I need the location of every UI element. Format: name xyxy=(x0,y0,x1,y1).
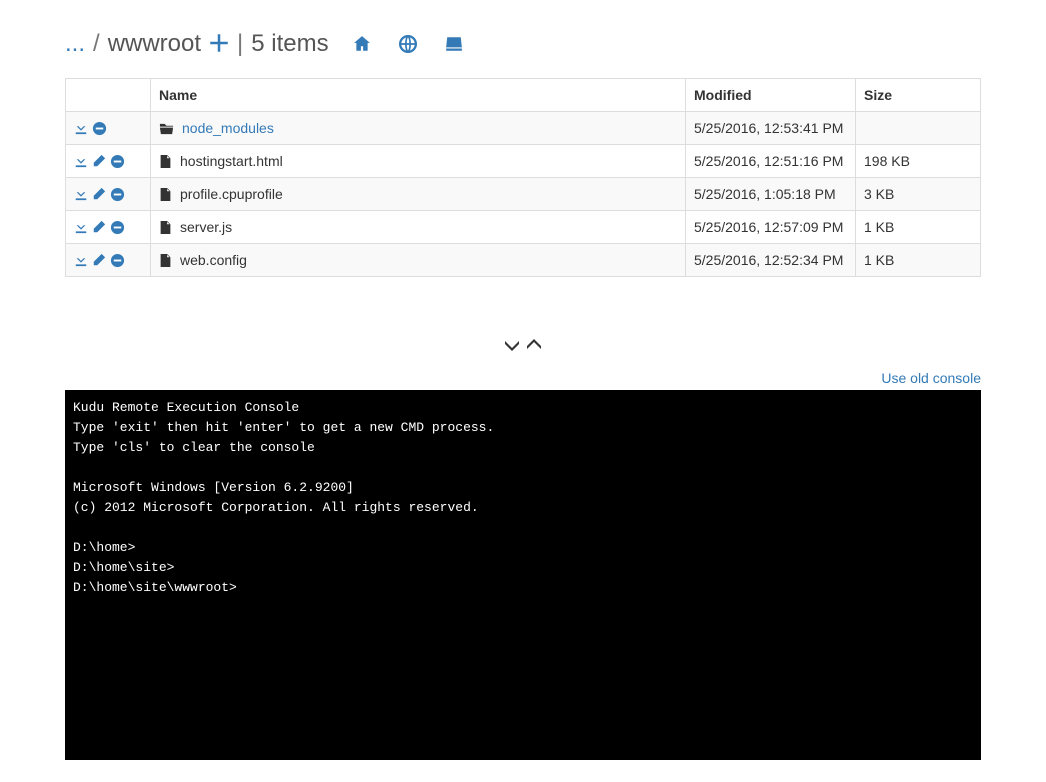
size-cell xyxy=(856,112,981,145)
file-icon xyxy=(159,220,172,235)
size-cell: 1 KB xyxy=(856,244,981,277)
chevron-down-icon xyxy=(502,337,522,353)
globe-icon[interactable] xyxy=(399,35,417,53)
file-name: server.js xyxy=(180,219,232,235)
modified-cell: 5/25/2016, 1:05:18 PM xyxy=(686,178,856,211)
col-header-actions xyxy=(66,79,151,112)
panel-resize-handle[interactable] xyxy=(65,307,981,366)
home-icon[interactable] xyxy=(353,35,371,53)
modified-cell: 5/25/2016, 12:57:09 PM xyxy=(686,211,856,244)
file-name: web.config xyxy=(180,252,247,268)
file-table: Name Modified Size node_modules 5/25/2016… xyxy=(65,78,981,277)
disk-icon[interactable] xyxy=(445,35,463,53)
use-old-console-link[interactable]: Use old console xyxy=(881,370,981,386)
breadcrumb-sep: / xyxy=(93,30,100,58)
col-header-name: Name xyxy=(151,79,686,112)
breadcrumb-parent[interactable]: ... xyxy=(65,30,85,58)
breadcrumb-sep2: | xyxy=(237,30,243,58)
file-icon xyxy=(159,253,172,268)
breadcrumb: ... / wwwroot | 5 items xyxy=(65,0,981,78)
edit-icon[interactable] xyxy=(92,220,106,234)
download-icon[interactable] xyxy=(74,121,88,135)
delete-icon[interactable] xyxy=(110,187,125,202)
table-row: hostingstart.html 5/25/2016, 12:51:16 PM1… xyxy=(66,145,981,178)
table-row: profile.cpuprofile 5/25/2016, 1:05:18 PM3… xyxy=(66,178,981,211)
file-name: profile.cpuprofile xyxy=(180,186,283,202)
delete-icon[interactable] xyxy=(110,220,125,235)
col-header-modified: Modified xyxy=(686,79,856,112)
modified-cell: 5/25/2016, 12:53:41 PM xyxy=(686,112,856,145)
edit-icon[interactable] xyxy=(92,253,106,267)
console-terminal[interactable]: Kudu Remote Execution Console Type 'exit… xyxy=(65,390,981,760)
table-row: web.config 5/25/2016, 12:52:34 PM1 KB xyxy=(66,244,981,277)
folder-link[interactable]: node_modules xyxy=(182,120,274,136)
size-cell: 3 KB xyxy=(856,178,981,211)
file-icon xyxy=(159,187,172,202)
file-icon xyxy=(159,154,172,169)
download-icon[interactable] xyxy=(74,154,88,168)
size-cell: 198 KB xyxy=(856,145,981,178)
table-row: node_modules 5/25/2016, 12:53:41 PM xyxy=(66,112,981,145)
edit-icon[interactable] xyxy=(92,154,106,168)
delete-icon[interactable] xyxy=(92,121,107,136)
edit-icon[interactable] xyxy=(92,187,106,201)
delete-icon[interactable] xyxy=(110,154,125,169)
col-header-size: Size xyxy=(856,79,981,112)
modified-cell: 5/25/2016, 12:51:16 PM xyxy=(686,145,856,178)
modified-cell: 5/25/2016, 12:52:34 PM xyxy=(686,244,856,277)
chevron-up-icon xyxy=(524,337,544,353)
items-count: 5 items xyxy=(251,30,328,58)
add-icon[interactable] xyxy=(209,33,229,53)
folder-icon xyxy=(159,121,174,136)
size-cell: 1 KB xyxy=(856,211,981,244)
breadcrumb-current: wwwroot xyxy=(108,30,201,58)
delete-icon[interactable] xyxy=(110,253,125,268)
download-icon[interactable] xyxy=(74,187,88,201)
table-row: server.js 5/25/2016, 12:57:09 PM1 KB xyxy=(66,211,981,244)
download-icon[interactable] xyxy=(74,253,88,267)
file-name: hostingstart.html xyxy=(180,153,283,169)
download-icon[interactable] xyxy=(74,220,88,234)
